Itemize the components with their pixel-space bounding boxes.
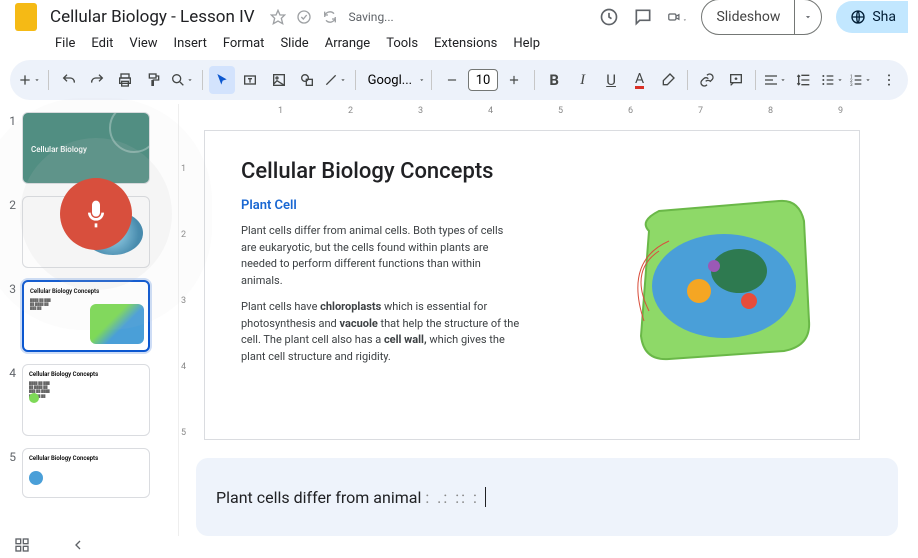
share-label: Sha [872, 9, 896, 25]
slide-filmstrip: 1Cellular Biology 2 3Cellular Biology Co… [0, 104, 178, 536]
slide-number: 4 [4, 364, 22, 380]
line-spacing-button[interactable] [790, 66, 816, 94]
caption-text: Plant cells differ from animal [216, 488, 421, 507]
grid-view-icon[interactable] [14, 537, 30, 553]
horizontal-ruler: 1 2 3 4 5 6 7 8 9 [198, 104, 918, 122]
font-increase-button[interactable] [500, 66, 528, 94]
menu-bar: File Edit View Insert Format Slide Arran… [0, 34, 918, 56]
slide-title[interactable]: Cellular Biology Concepts [241, 159, 823, 184]
new-slide-button[interactable] [16, 66, 42, 94]
move-icon[interactable] [295, 8, 313, 26]
plant-cell-image[interactable] [619, 191, 829, 371]
cloud-status-icon[interactable] [321, 8, 339, 26]
slide-number: 2 [4, 196, 22, 212]
menu-help[interactable]: Help [506, 34, 547, 52]
toolbar: Googl... B I U A 123 [10, 60, 908, 100]
redo-button[interactable] [84, 66, 110, 94]
image-tool[interactable] [265, 66, 291, 94]
font-decrease-button[interactable] [438, 66, 466, 94]
slide-number: 5 [4, 448, 22, 464]
highlight-button[interactable] [655, 66, 681, 94]
vertical-ruler: 1 2 3 4 5 [178, 104, 196, 536]
menu-format[interactable]: Format [216, 34, 272, 52]
italic-button[interactable]: I [569, 66, 595, 94]
comment-icon[interactable] [633, 7, 653, 27]
save-status: Saving... [349, 10, 394, 24]
slide-number: 1 [4, 112, 22, 128]
collapse-icon[interactable] [70, 537, 86, 553]
undo-button[interactable] [55, 66, 81, 94]
slide-canvas[interactable]: Cellular Biology Concepts Plant Cell Pla… [204, 130, 860, 440]
link-button[interactable] [694, 66, 720, 94]
slide-thumbnail-5[interactable]: Cellular Biology Concepts [22, 448, 150, 498]
font-size-input[interactable] [468, 69, 498, 91]
bottom-bar [0, 532, 918, 558]
select-tool[interactable] [209, 66, 235, 94]
menu-slide[interactable]: Slide [273, 34, 315, 52]
paint-format-button[interactable] [141, 66, 167, 94]
app-logo[interactable] [10, 1, 42, 33]
underline-button[interactable]: U [598, 66, 624, 94]
menu-insert[interactable]: Insert [167, 34, 214, 52]
line-tool[interactable] [322, 66, 348, 94]
globe-icon [850, 9, 866, 25]
menu-edit[interactable]: Edit [84, 34, 120, 52]
canvas-area: 1 2 3 4 5 6 7 8 9 Cellular Biology Conce… [196, 104, 918, 536]
bold-button[interactable]: B [541, 66, 567, 94]
menu-extensions[interactable]: Extensions [427, 34, 504, 52]
slideshow-label[interactable]: Slideshow [702, 0, 795, 34]
star-icon[interactable] [269, 8, 287, 26]
text-color-button[interactable]: A [626, 66, 652, 94]
slide-thumbnail-4[interactable]: Cellular Biology Concepts████ ██ █████ █… [22, 364, 150, 436]
content-area: 1Cellular Biology 2 3Cellular Biology Co… [0, 104, 918, 536]
title-bar: Cellular Biology - Lesson IV Saving... S… [0, 0, 918, 34]
menu-tools[interactable]: Tools [379, 34, 425, 52]
voice-input-button[interactable] [60, 178, 132, 250]
textbox-tool[interactable] [237, 66, 263, 94]
bullet-list-button[interactable] [819, 66, 845, 94]
font-selector[interactable]: Googl... [362, 73, 416, 88]
menu-file[interactable]: File [48, 34, 82, 52]
caption-cursor [485, 487, 486, 507]
print-button[interactable] [112, 66, 138, 94]
slide-paragraph-2[interactable]: Plant cells have chloroplasts which is e… [241, 299, 521, 365]
menu-arrange[interactable]: Arrange [318, 34, 377, 52]
svg-text:3: 3 [850, 82, 853, 88]
history-icon[interactable] [599, 7, 619, 27]
more-tools-button[interactable] [876, 66, 902, 94]
zoom-button[interactable] [169, 66, 195, 94]
voice-caption-bar[interactable]: Plant cells differ from animal: .: :: : [196, 458, 898, 536]
chevron-down-icon[interactable] [418, 76, 426, 84]
add-comment-button[interactable] [723, 66, 749, 94]
align-button[interactable] [762, 66, 788, 94]
slide-thumbnail-1[interactable]: Cellular Biology [22, 112, 150, 184]
number-list-button[interactable]: 123 [847, 66, 873, 94]
video-icon[interactable] [667, 7, 687, 27]
shape-tool[interactable] [294, 66, 320, 94]
document-title[interactable]: Cellular Biology - Lesson IV [50, 7, 255, 27]
slide-thumbnail-3[interactable]: Cellular Biology Concepts████ ██ █████ █… [22, 280, 150, 352]
share-button[interactable]: Sha [836, 1, 908, 33]
slideshow-button[interactable]: Slideshow [701, 0, 822, 35]
caption-dots: : .: :: : [425, 488, 479, 507]
menu-view[interactable]: View [122, 34, 164, 52]
slide-number: 3 [4, 280, 22, 296]
slideshow-dropdown[interactable] [795, 12, 821, 22]
slide-paragraph-1[interactable]: Plant cells differ from animal cells. Bo… [241, 223, 521, 289]
font-size-control [438, 66, 528, 94]
microphone-icon [80, 198, 112, 230]
